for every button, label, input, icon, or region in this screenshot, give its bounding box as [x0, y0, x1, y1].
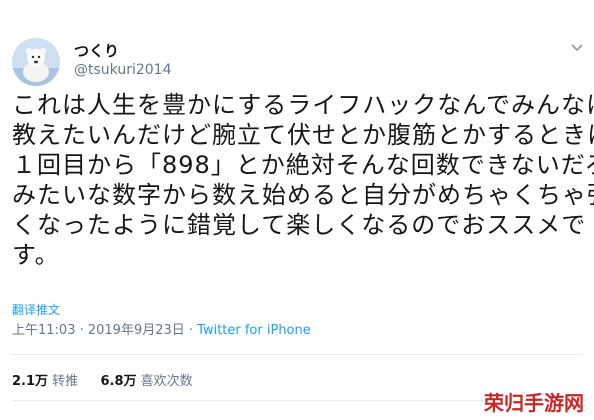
- tweet-timestamp[interactable]: 上午11:03 · 2019年9月23日 ·: [12, 323, 197, 338]
- divider: [12, 354, 582, 355]
- tweet-source-link[interactable]: Twitter for iPhone: [197, 323, 311, 338]
- tweet-meta: 上午11:03 · 2019年9月23日 · Twitter for iPhon…: [12, 319, 311, 338]
- site-watermark: 荣归手游网: [484, 391, 584, 415]
- retweets-stat[interactable]: 2.1万 转推: [12, 374, 78, 389]
- likes-label: 喜欢次数: [140, 374, 193, 389]
- polar-bear-avatar-icon: [12, 38, 60, 86]
- translate-tweet-link[interactable]: 翻译推文: [12, 301, 60, 318]
- retweets-label: 转推: [52, 374, 79, 389]
- tweet-text-line: １回目から「898」とか絶対そんな回数できないだろ: [12, 151, 594, 179]
- tweet-text-line: す。: [12, 241, 60, 269]
- display-name[interactable]: つくり: [74, 40, 119, 61]
- tweet-card: つくり @tsukuri2014 これは人生を豊かにするライフハックなんでみんな…: [0, 0, 594, 420]
- likes-count: 6.8万: [100, 374, 137, 389]
- tweet-text: これは人生を豊かにするライフハックなんでみんなに 教えたいんだけど腕立て伏せとか…: [12, 90, 594, 270]
- tweet-text-line: くなったように錯覚して楽しくなるのでおススメで: [12, 211, 587, 239]
- tweet-text-line: みたいな数字から数え始めると自分がめちゃくちゃ強: [12, 181, 594, 209]
- chevron-down-icon[interactable]: [570, 38, 584, 52]
- tweet-stats: 2.1万 转推 6.8万 喜欢次数: [12, 370, 193, 389]
- tweet-text-line: 教えたいんだけど腕立て伏せとか腹筋とかするときに: [12, 121, 594, 149]
- retweets-count: 2.1万: [12, 374, 49, 389]
- likes-stat[interactable]: 6.8万 喜欢次数: [100, 374, 192, 389]
- avatar[interactable]: [12, 38, 60, 86]
- user-handle[interactable]: @tsukuri2014: [74, 62, 171, 78]
- tweet-text-line: これは人生を豊かにするライフハックなんでみんなに: [12, 91, 594, 119]
